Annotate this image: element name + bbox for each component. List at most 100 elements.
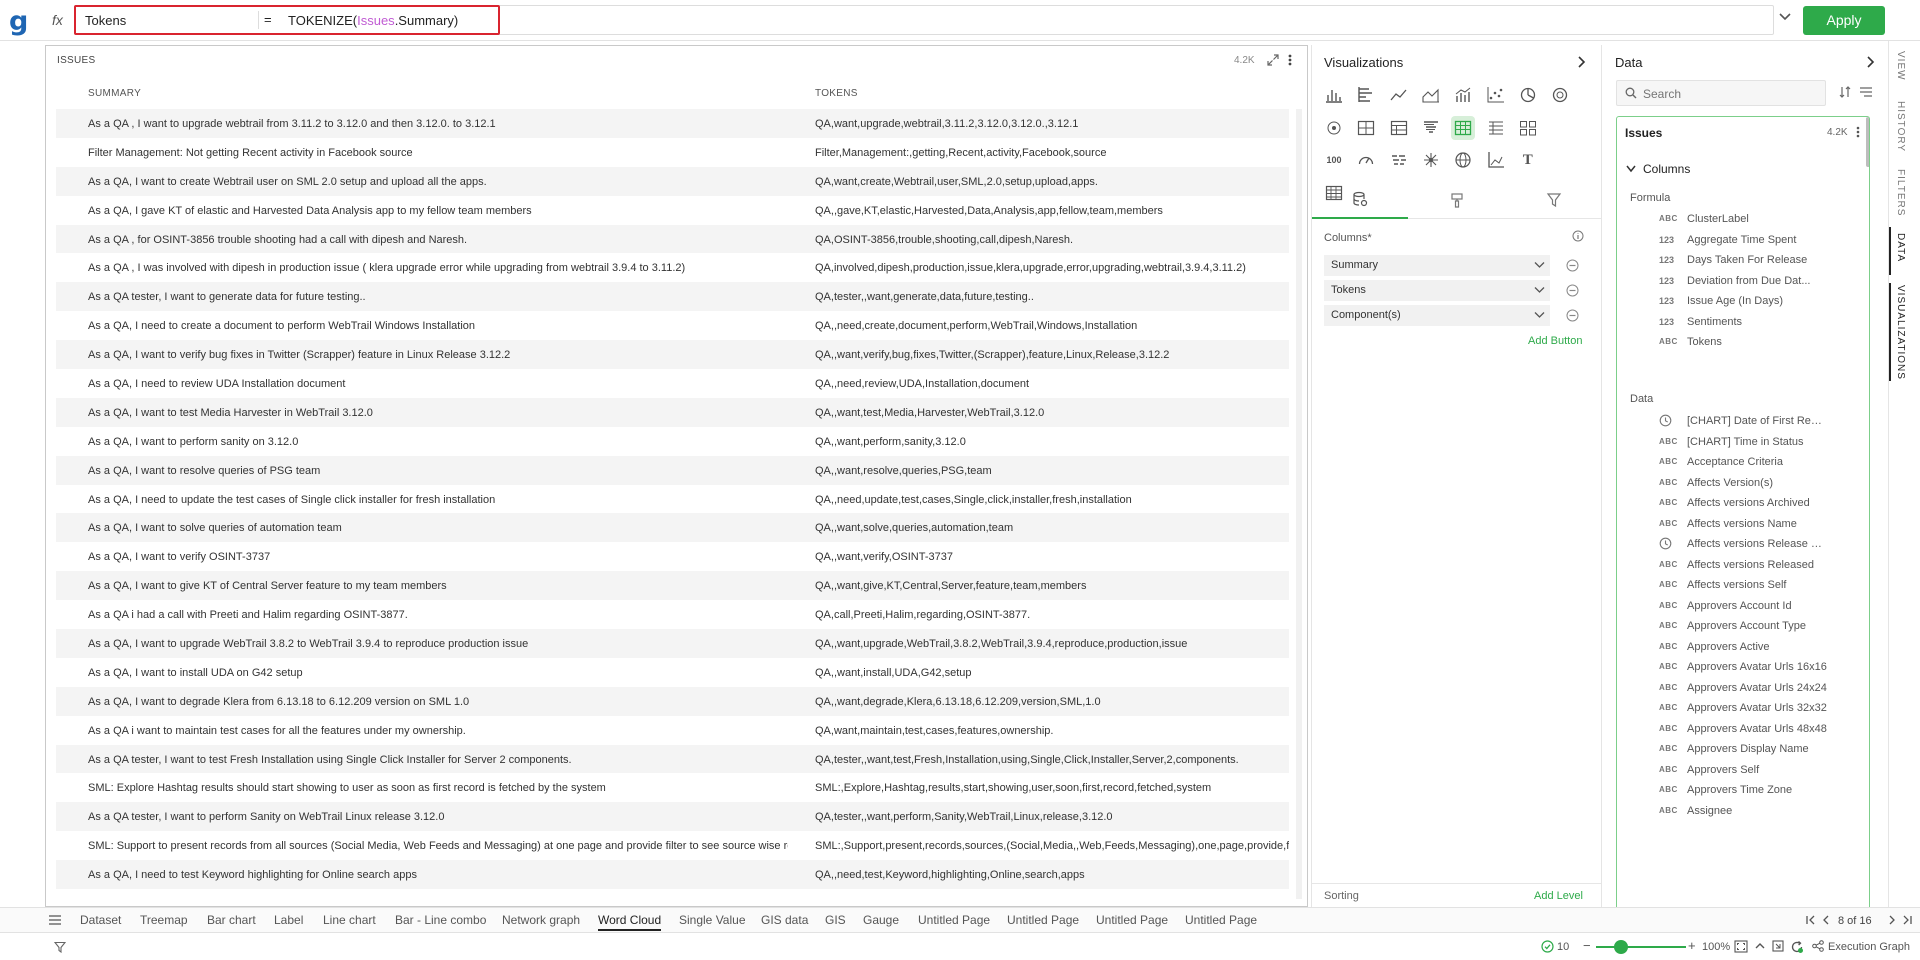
tab-format[interactable]: [1409, 181, 1505, 219]
table-row[interactable]: As a QA, I want to test Media Harvester …: [56, 397, 1289, 427]
data-field-item[interactable]: ABC Affects versions Name: [1659, 515, 1859, 533]
donut-chart-icon[interactable]: [1548, 83, 1572, 107]
table-row[interactable]: As a QA i had a call with Preeti and Hal…: [56, 600, 1289, 629]
line-chart-icon[interactable]: [1387, 83, 1411, 107]
chevron-down-icon[interactable]: [1534, 311, 1545, 319]
vertical-scrollbar[interactable]: [1296, 109, 1302, 899]
data-field-item[interactable]: 123 Sentiments: [1659, 313, 1859, 331]
table-row[interactable]: As a QA, I want to degrade Klera from 6.…: [56, 686, 1289, 716]
list-options-icon[interactable]: [1859, 85, 1873, 99]
table-row[interactable]: As a QA, I need to review UDA Installati…: [56, 369, 1289, 398]
page-tab[interactable]: GIS: [825, 913, 846, 927]
page-tab[interactable]: Line chart: [323, 913, 376, 927]
zoom-out-icon[interactable]: −: [1583, 938, 1591, 953]
table-row[interactable]: As a QA i want to maintain test cases fo…: [56, 716, 1289, 745]
page-tab[interactable]: Network graph: [502, 913, 580, 927]
column-header-summary[interactable]: SUMMARY: [88, 88, 141, 99]
add-level-link[interactable]: Add Level: [1534, 890, 1583, 902]
search-box[interactable]: [1616, 80, 1826, 106]
kebab-menu-icon[interactable]: [1288, 54, 1292, 66]
bar-chart-icon[interactable]: [1354, 83, 1378, 107]
data-field-item[interactable]: ABC Affects versions Self: [1659, 576, 1859, 594]
table-chart-icon[interactable]: [1387, 116, 1411, 140]
table-row[interactable]: As a QA, I want to verify OSINT-3737 QA,,…: [56, 542, 1289, 571]
data-field-item[interactable]: ABC Approvers Account Id: [1659, 597, 1859, 615]
rail-tab-filters[interactable]: FILTERS: [1895, 169, 1906, 216]
page-tab[interactable]: Word Cloud: [598, 913, 662, 931]
column-slot-tokens[interactable]: Tokens: [1324, 280, 1550, 301]
tab-data-config[interactable]: [1312, 181, 1408, 219]
table-row[interactable]: As a QA, I want to verify bug fixes in T…: [56, 340, 1289, 370]
page-tab[interactable]: Gauge: [863, 913, 899, 927]
table-row[interactable]: As a QA, I need to create a document to …: [56, 311, 1289, 340]
data-field-item[interactable]: ABC Acceptance Criteria: [1659, 453, 1859, 471]
data-field-item[interactable]: ABC Approvers Active: [1659, 638, 1859, 656]
zoom-slider-handle[interactable]: [1614, 940, 1629, 954]
table-row[interactable]: Filter Management: Not getting Recent ac…: [56, 138, 1289, 167]
table-row[interactable]: As a QA , I was involved with dipesh in …: [56, 253, 1289, 282]
data-field-item[interactable]: 123 Aggregate Time Spent: [1659, 231, 1859, 249]
tab-filter[interactable]: [1506, 181, 1602, 219]
page-tab[interactable]: Untitled Page: [1007, 913, 1079, 927]
remove-circle-icon[interactable]: [1566, 259, 1579, 272]
data-field-item[interactable]: ABC Affects Version(s): [1659, 474, 1859, 492]
page-tab[interactable]: Bar chart: [207, 913, 256, 927]
table-row[interactable]: SML: Support to present records from all…: [56, 831, 1289, 860]
first-page-icon[interactable]: [1806, 915, 1816, 925]
column-chart-icon[interactable]: [1322, 83, 1346, 107]
zoom-slider-track[interactable]: [1596, 946, 1686, 948]
chevron-right-icon[interactable]: [1865, 56, 1875, 68]
page-tab[interactable]: Label: [274, 913, 303, 927]
histogram-chart-icon[interactable]: [1484, 148, 1508, 172]
search-input[interactable]: [1643, 84, 1821, 103]
data-field-item[interactable]: ABC Approvers Time Zone: [1659, 781, 1859, 799]
table-row[interactable]: As a QA tester, I want to test Fresh Ins…: [56, 744, 1289, 774]
formula-column-name[interactable]: Tokens: [85, 13, 126, 28]
network-chart-icon[interactable]: [1322, 116, 1346, 140]
pie-chart-icon[interactable]: [1516, 83, 1540, 107]
scrollbar-thumb[interactable]: [1866, 117, 1869, 167]
table-row[interactable]: As a QA, I want to solve queries of auto…: [56, 513, 1289, 543]
text-label-icon[interactable]: T: [1516, 148, 1540, 172]
table-row[interactable]: As a QA, I want to create Webtrail user …: [56, 166, 1289, 196]
data-field-item[interactable]: Affects versions Release Date: [1659, 535, 1859, 553]
table-row[interactable]: As a QA , I want to upgrade webtrail fro…: [56, 109, 1289, 138]
page-tab[interactable]: Dataset: [80, 913, 121, 927]
data-field-item[interactable]: ABC ClusterLabel: [1659, 210, 1859, 228]
data-field-item[interactable]: ABC Affects versions Archived: [1659, 494, 1859, 512]
combo-chart-icon[interactable]: [1451, 83, 1475, 107]
table-row[interactable]: As a QA, I want to perform sanity on 3.1…: [56, 427, 1289, 456]
remove-circle-icon[interactable]: [1566, 284, 1579, 297]
dataset-name[interactable]: Issues: [1625, 126, 1662, 140]
area-chart-icon[interactable]: [1419, 83, 1443, 107]
single-value-100-icon[interactable]: 100: [1322, 148, 1346, 172]
table-row[interactable]: As a QA, I want to install UDA on G42 se…: [56, 658, 1289, 687]
filter-icon[interactable]: [54, 941, 66, 953]
page-tab[interactable]: Treemap: [140, 913, 188, 927]
rail-tab-visualizations[interactable]: VISUALIZATIONS: [1895, 285, 1906, 380]
page-tab[interactable]: GIS data: [761, 913, 808, 927]
column-header-tokens[interactable]: TOKENS: [815, 88, 858, 99]
treemap-chart-icon[interactable]: [1354, 116, 1378, 140]
page-tab[interactable]: Bar - Line combo: [395, 913, 486, 927]
page-tab[interactable]: Untitled Page: [1185, 913, 1257, 927]
single-value-icon[interactable]: [1548, 116, 1572, 140]
table-row[interactable]: As a QA tester, I want to generate data …: [56, 282, 1289, 312]
formula-editor[interactable]: Tokens = TOKENIZE(Issues.Summary): [74, 5, 500, 35]
remove-circle-icon[interactable]: [1566, 309, 1579, 322]
data-field-item[interactable]: ABC Affects versions Released: [1659, 556, 1859, 574]
data-field-item[interactable]: ABC Approvers Avatar Urls 24x24: [1659, 679, 1859, 697]
add-button-link[interactable]: Add Button: [1528, 335, 1582, 347]
info-icon[interactable]: [1572, 230, 1584, 242]
rail-tab-history[interactable]: HISTORY: [1895, 101, 1906, 152]
data-field-item[interactable]: ABC [CHART] Time in Status: [1659, 433, 1859, 451]
columns-group-header[interactable]: Columns: [1643, 162, 1690, 176]
next-page-icon[interactable]: [1888, 915, 1896, 925]
table-row[interactable]: As a QA, I want to upgrade WebTrail 3.8.…: [56, 629, 1289, 658]
text-label-icon[interactable]: [1548, 148, 1572, 172]
graph-chart-icon[interactable]: [1419, 148, 1443, 172]
zoom-in-icon[interactable]: +: [1688, 938, 1696, 953]
chevron-down-icon[interactable]: [1534, 261, 1545, 269]
data-field-item[interactable]: [CHART] Date of First Respo...: [1659, 412, 1859, 430]
tile-chart-icon[interactable]: [1516, 116, 1540, 140]
